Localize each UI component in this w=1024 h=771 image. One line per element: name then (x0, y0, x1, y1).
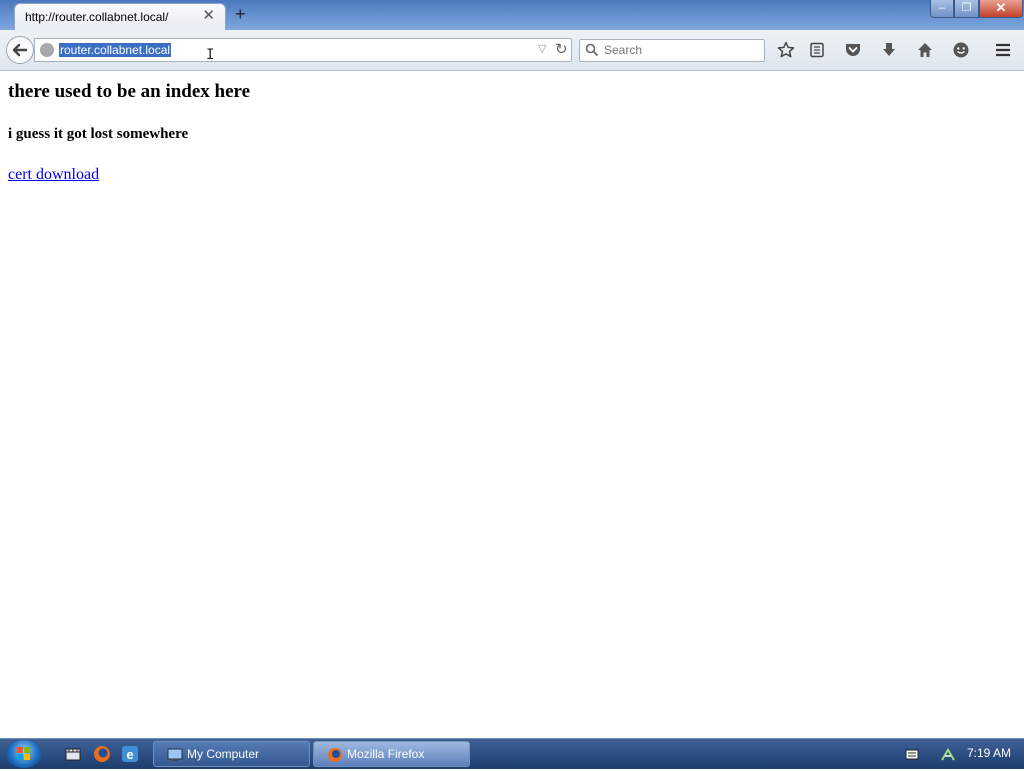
bookmarks-menu-icon[interactable] (808, 41, 826, 59)
close-tab-icon[interactable]: ✕ (202, 8, 215, 24)
search-bar[interactable] (579, 39, 765, 62)
minimize-button[interactable]: – (930, 0, 954, 18)
home-icon[interactable] (916, 41, 934, 59)
ie-quicklaunch-icon[interactable]: e (121, 745, 139, 763)
bookmark-star-icon[interactable] (777, 41, 795, 59)
tab-title: http://router.collabnet.local/ (25, 10, 169, 24)
svg-text:e: e (126, 747, 133, 762)
search-input[interactable] (604, 43, 754, 57)
reload-icon[interactable]: ↻ (555, 40, 568, 58)
computer-icon (167, 748, 183, 761)
address-bar[interactable]: router.collabnet.local ▽ ↻ (34, 38, 572, 62)
keyboard-tray-icon[interactable] (905, 747, 919, 761)
taskbar-item-firefox[interactable]: Mozilla Firefox (313, 741, 470, 767)
hamburger-menu-icon[interactable] (994, 41, 1012, 59)
downloads-icon[interactable] (880, 41, 898, 59)
close-window-button[interactable]: ✕ (979, 0, 1023, 18)
url-text[interactable]: router.collabnet.local (59, 43, 172, 57)
taskbar-item-label: Mozilla Firefox (347, 747, 425, 761)
windows-logo-icon (17, 747, 30, 760)
page-heading: there used to be an index here (8, 81, 251, 102)
new-tab-button[interactable]: + (235, 5, 246, 23)
start-button[interactable] (6, 740, 42, 768)
network-tray-icon[interactable] (940, 747, 956, 763)
pocket-icon[interactable] (844, 41, 862, 59)
taskbar: e My Computer Mozilla Firefox 7:19 AM (0, 738, 1024, 769)
firefox-icon (328, 748, 342, 762)
title-bar: http://router.collabnet.local/ ✕ + – ❐ ✕ (0, 0, 1024, 30)
search-icon (585, 43, 599, 57)
active-tab[interactable]: http://router.collabnet.local/ ✕ (14, 3, 226, 30)
navigation-toolbar: router.collabnet.local ▽ ↻ (0, 30, 1024, 71)
back-arrow-icon (12, 43, 28, 57)
text-cursor-icon: I (206, 47, 215, 63)
back-button[interactable] (6, 36, 34, 64)
system-clock[interactable]: 7:19 AM (967, 746, 1011, 760)
restore-button[interactable]: ❐ (954, 0, 979, 18)
taskbar-item-my-computer[interactable]: My Computer (153, 741, 310, 767)
history-dropdown-icon[interactable]: ▽ (538, 42, 546, 55)
cert-download-link[interactable]: cert download (8, 166, 99, 184)
hello-chat-icon[interactable] (952, 41, 970, 59)
page-subheading: i guess it got lost somewhere (8, 126, 189, 142)
firefox-quicklaunch-icon[interactable] (93, 745, 111, 763)
globe-icon (40, 43, 54, 57)
taskbar-item-label: My Computer (187, 747, 260, 761)
media-center-icon[interactable] (64, 745, 82, 763)
